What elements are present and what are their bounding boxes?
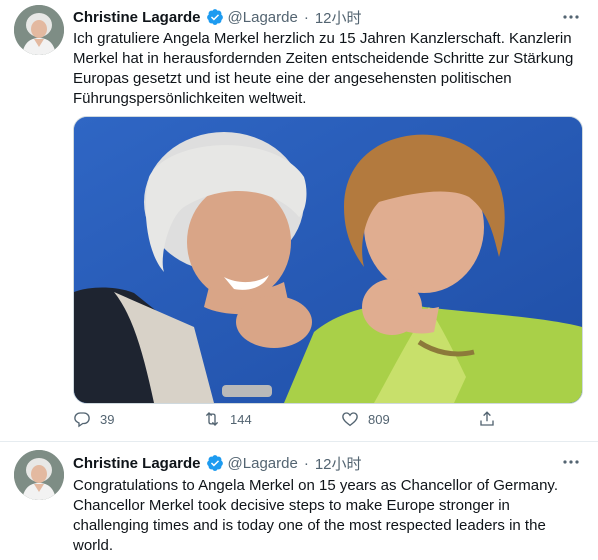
share-icon	[480, 411, 494, 426]
tweet-header: Christine Lagarde @Lagarde · 12小时	[73, 452, 362, 474]
separator-dot: ·	[303, 454, 309, 472]
author-name[interactable]: Christine Lagarde	[73, 455, 201, 472]
like-heart-icon	[342, 412, 358, 427]
timestamp[interactable]: 12小时	[315, 7, 362, 28]
retweet-icon	[205, 412, 219, 426]
verified-badge-icon	[206, 454, 224, 472]
retweet-button[interactable]: 144	[203, 410, 252, 428]
more-horizontal-icon[interactable]	[561, 452, 581, 472]
tweet[interactable]: Christine Lagarde @Lagarde · 12小时 Congra…	[0, 442, 598, 560]
tweet-text: Ich gratuliere Angela Merkel herzlich zu…	[73, 30, 574, 107]
tweet-text: Congratulations to Angela Merkel on 15 y…	[73, 477, 558, 554]
tweet[interactable]: Christine Lagarde @Lagarde · 12小时 Ich gr…	[0, 0, 598, 441]
author-handle[interactable]: @Lagarde	[228, 455, 298, 472]
tweet-actions: 39 144 809	[73, 410, 503, 432]
like-button[interactable]: 809	[341, 410, 390, 428]
author-handle[interactable]: @Lagarde	[228, 9, 298, 26]
reply-button[interactable]: 39	[73, 410, 114, 428]
share-button[interactable]	[478, 410, 496, 428]
like-count: 809	[368, 411, 390, 427]
tweet-header: Christine Lagarde @Lagarde · 12小时	[73, 6, 362, 28]
avatar-image	[14, 450, 64, 500]
photo-lagarde-merkel	[74, 117, 582, 403]
avatar[interactable]	[14, 5, 64, 55]
retweet-count: 144	[230, 411, 252, 427]
separator-dot: ·	[303, 8, 309, 26]
reply-count: 39	[100, 411, 115, 427]
avatar[interactable]	[14, 450, 64, 500]
tweet-photo[interactable]	[73, 116, 583, 404]
author-name[interactable]: Christine Lagarde	[73, 9, 201, 26]
reply-icon	[74, 412, 90, 428]
more-horizontal-icon[interactable]	[561, 7, 581, 27]
verified-badge-icon	[206, 8, 224, 26]
avatar-image	[14, 5, 64, 55]
timestamp[interactable]: 12小时	[315, 453, 362, 474]
